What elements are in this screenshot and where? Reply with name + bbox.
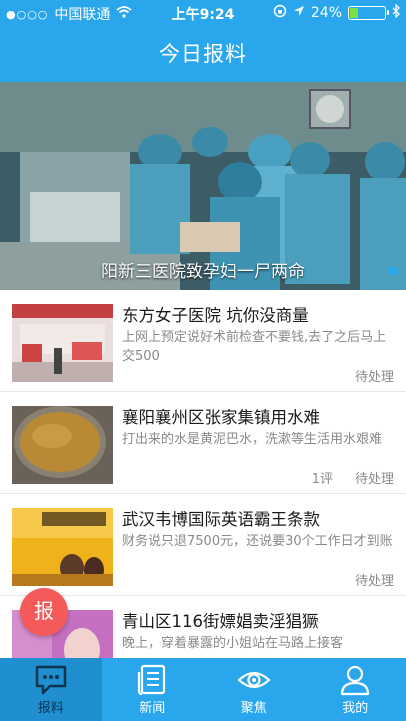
report-button[interactable]: 报	[20, 588, 68, 636]
list-item-description: 打出来的水是黄泥巴水，洗漱等生活用水艰难	[122, 432, 383, 447]
tab-bar: 报料 新闻 聚焦 我的	[0, 658, 406, 721]
tab-label: 报料	[37, 701, 64, 716]
tab-label: 聚焦	[240, 701, 267, 716]
list-item-title: 青山区116街嫖娼卖淫猖獗	[122, 612, 319, 631]
location-icon	[293, 5, 305, 21]
list-item-thumbnail	[12, 406, 113, 484]
battery-icon	[348, 6, 389, 20]
status-badge: 待处理	[354, 574, 394, 589]
tab-label: 我的	[342, 701, 369, 716]
list-item-description: 晚上，穿着暴露的小姐站在马路上接客	[122, 636, 344, 651]
rotation-lock-icon	[273, 4, 287, 22]
list-item-title: 武汉韦博国际英语霸王条款	[122, 510, 320, 529]
banner-caption: 阳新三医院致孕妇一尸两命	[101, 262, 305, 282]
list-item-thumbnail	[12, 304, 113, 382]
bluetooth-icon	[392, 3, 400, 22]
eye-icon	[237, 664, 271, 700]
news-document-icon	[137, 664, 167, 700]
tab-news[interactable]: 新闻	[102, 658, 204, 721]
person-icon	[339, 664, 371, 700]
chat-bubble-icon	[34, 664, 68, 700]
tab-profile[interactable]: 我的	[305, 658, 406, 721]
comment-count: 1评	[311, 472, 333, 487]
tab-report[interactable]: 报料	[0, 658, 102, 721]
battery-percent: 24%	[310, 5, 342, 21]
status-badge: 待处理	[354, 370, 394, 385]
tab-label: 新闻	[139, 701, 166, 716]
list-item-description: 上网上预定说好术前检查不要钱,去了之后马上交500	[122, 330, 387, 364]
nav-header: 今日报料	[0, 26, 406, 82]
status-badge: 待处理	[354, 472, 394, 487]
page-title: 今日报料	[159, 42, 247, 66]
battery-level	[350, 8, 358, 18]
list-item-description: 财务说只退7500元，还说要30个工作日才到账	[122, 534, 393, 549]
list-item[interactable]: 襄阳襄州区张家集镇用水难 打出来的水是黄泥巴水，洗漱等生活用水艰难 1评 待处理	[0, 392, 406, 494]
list-item-thumbnail	[12, 508, 113, 586]
list-item[interactable]: 武汉韦博国际英语霸王条款 财务说只退7500元，还说要30个工作日才到账 待处理	[0, 494, 406, 596]
carousel-page-indicator[interactable]	[388, 266, 398, 276]
list-item[interactable]: 东方女子医院 坑你没商量 上网上预定说好术前检查不要钱,去了之后马上交500 待…	[0, 290, 406, 392]
list-item-title: 东方女子医院 坑你没商量	[122, 306, 309, 325]
tab-focus[interactable]: 聚焦	[203, 658, 305, 721]
banner-carousel[interactable]: 阳新三医院致孕妇一尸两命	[0, 82, 406, 290]
list-item-title: 襄阳襄州区张家集镇用水难	[122, 408, 320, 427]
status-bar: ●○○○ 中国联通 上午9:24 24%	[0, 0, 406, 26]
